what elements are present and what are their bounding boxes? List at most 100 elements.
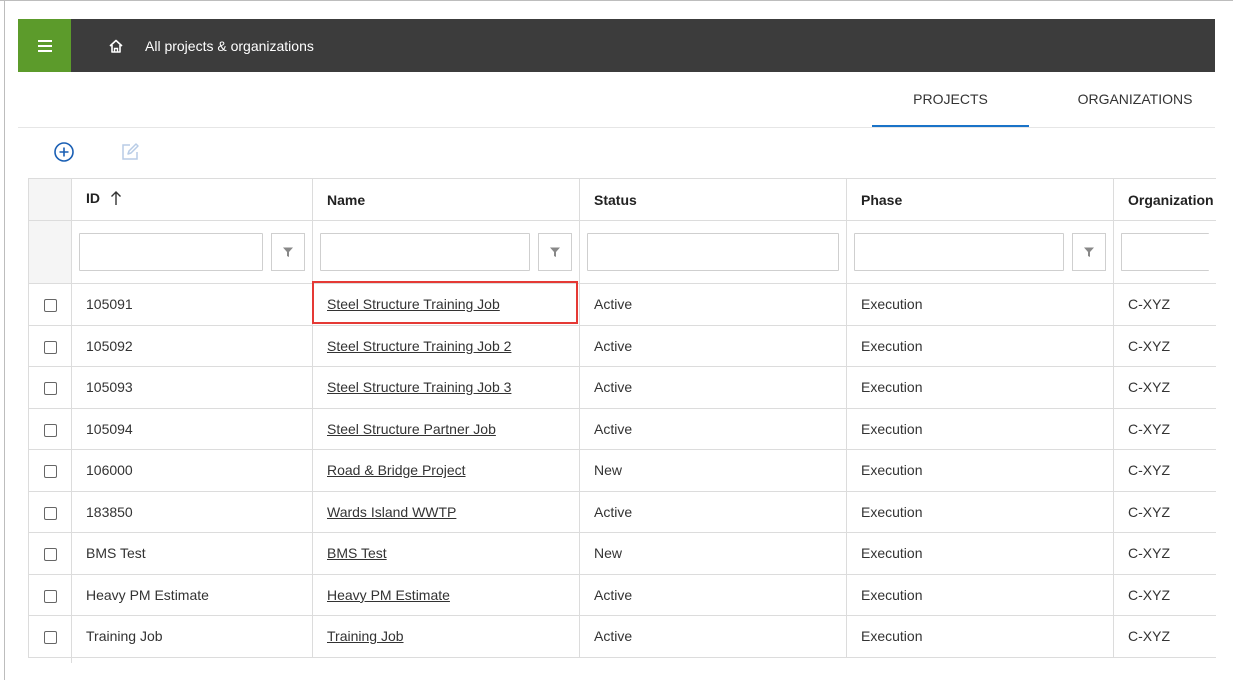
organization-filter-input[interactable] [1121,233,1209,271]
cell-name: Steel Structure Training Job [312,283,580,326]
cell-status: New [579,449,847,492]
column-header-id-label: ID [86,190,100,207]
edit-button[interactable] [118,140,142,164]
cell-name: Steel Structure Partner Job [312,407,580,450]
id-filter-button[interactable] [271,233,305,271]
table-row[interactable]: 105091 Steel Structure Training Job Acti… [28,283,1216,326]
project-link[interactable]: Road & Bridge Project [327,462,466,478]
project-link[interactable]: Steel Structure Training Job 2 [327,338,511,354]
cell-name: BMS Test [312,532,580,575]
cell-organization: C-XYZ [1113,407,1216,450]
cell-id: Heavy PM Estimate [71,573,313,616]
row-checkbox[interactable] [43,631,57,645]
cell-status: Active [579,573,847,616]
cell-phase: Execution [846,283,1114,326]
filter-row-spacer [28,220,72,284]
filter-row [28,220,1216,284]
cell-id: BMS Test [71,532,313,575]
row-checkbox[interactable] [43,548,57,562]
row-checkbox[interactable] [43,506,57,520]
cell-phase: Execution [846,366,1114,409]
table-row[interactable]: 183850 Wards Island WWTP Active Executio… [28,490,1216,533]
table-row[interactable]: BMS Test BMS Test New Execution C-XYZ [28,532,1216,575]
cell-id: 105092 [71,324,313,367]
cell-organization: C-XYZ [1113,324,1216,367]
row-checkbox[interactable] [43,299,57,313]
cell-name: Wards Island WWTP [312,490,580,533]
row-select-cell [28,490,72,533]
name-filter-button[interactable] [538,233,572,271]
add-circle-icon [54,142,74,162]
phase-filter-input[interactable] [854,233,1064,271]
row-checkbox[interactable] [43,465,57,479]
column-header-id[interactable]: ID [71,178,313,221]
filter-cell-id [71,220,313,284]
window-top-border [0,0,1233,1]
project-link[interactable]: Steel Structure Training Job [327,296,500,312]
column-header-name[interactable]: Name [312,178,580,221]
table-row[interactable]: Training Job Training Job Active Executi… [28,615,1216,658]
row-checkbox[interactable] [43,382,57,396]
project-link[interactable]: Steel Structure Training Job 3 [327,379,511,395]
row-checkbox[interactable] [43,589,57,603]
cell-id: 105091 [71,283,313,326]
cell-name: Heavy PM Estimate [312,573,580,616]
row-select-cell [28,366,72,409]
hamburger-menu-icon [37,39,52,52]
sort-ascending-icon [110,190,122,209]
column-header-status[interactable]: Status [579,178,847,221]
grid-bottom-edge [71,655,72,663]
filter-cell-organization [1113,220,1216,284]
tab-bar: PROJECTS ORGANIZATIONS [0,72,1215,127]
tab-projects[interactable]: PROJECTS [872,72,1029,127]
row-select-cell [28,573,72,616]
cell-name: Steel Structure Training Job 2 [312,324,580,367]
filter-cell-name [312,220,580,284]
filter-cell-status [579,220,847,284]
cell-organization: C-XYZ [1113,615,1216,658]
table-row[interactable]: 105094 Steel Structure Partner Job Activ… [28,407,1216,450]
cell-phase: Execution [846,449,1114,492]
project-link[interactable]: BMS Test [327,545,387,561]
cell-organization: C-XYZ [1113,366,1216,409]
cell-id: 183850 [71,490,313,533]
table-row[interactable]: 106000 Road & Bridge Project New Executi… [28,449,1216,492]
table-row[interactable]: 105093 Steel Structure Training Job 3 Ac… [28,366,1216,409]
cell-status: Active [579,283,847,326]
project-link[interactable]: Training Job [327,628,404,644]
cell-status: Active [579,324,847,367]
row-checkbox[interactable] [43,423,57,437]
column-header-organization[interactable]: Organization [1113,178,1216,221]
row-select-cell [28,283,72,326]
status-filter-input[interactable] [587,233,839,271]
project-link[interactable]: Wards Island WWTP [327,504,456,520]
row-checkbox[interactable] [43,340,57,354]
cell-name: Training Job [312,615,580,658]
cell-organization: C-XYZ [1113,573,1216,616]
tab-divider [18,127,1215,128]
table-row[interactable]: 105092 Steel Structure Training Job 2 Ac… [28,324,1216,367]
column-header-phase[interactable]: Phase [846,178,1114,221]
id-filter-input[interactable] [79,233,263,271]
cell-status: Active [579,490,847,533]
cell-status: Active [579,407,847,450]
add-button[interactable] [52,140,76,164]
row-select-cell [28,532,72,575]
row-select-cell [28,407,72,450]
project-link[interactable]: Steel Structure Partner Job [327,421,496,437]
cell-phase: Execution [846,490,1114,533]
hamburger-menu-button[interactable] [18,19,71,72]
edit-icon [122,143,139,160]
name-filter-input[interactable] [320,233,530,271]
phase-filter-button[interactable] [1072,233,1106,271]
cell-phase: Execution [846,573,1114,616]
projects-table: ID Name Status Phase Organization 105091… [28,178,1216,658]
cell-status: Active [579,615,847,658]
row-select-cell [28,449,72,492]
project-link[interactable]: Heavy PM Estimate [327,587,450,603]
home-icon[interactable] [105,35,127,57]
cell-status: New [579,532,847,575]
row-select-cell [28,324,72,367]
table-row[interactable]: Heavy PM Estimate Heavy PM Estimate Acti… [28,573,1216,616]
tab-organizations[interactable]: ORGANIZATIONS [1055,72,1215,126]
